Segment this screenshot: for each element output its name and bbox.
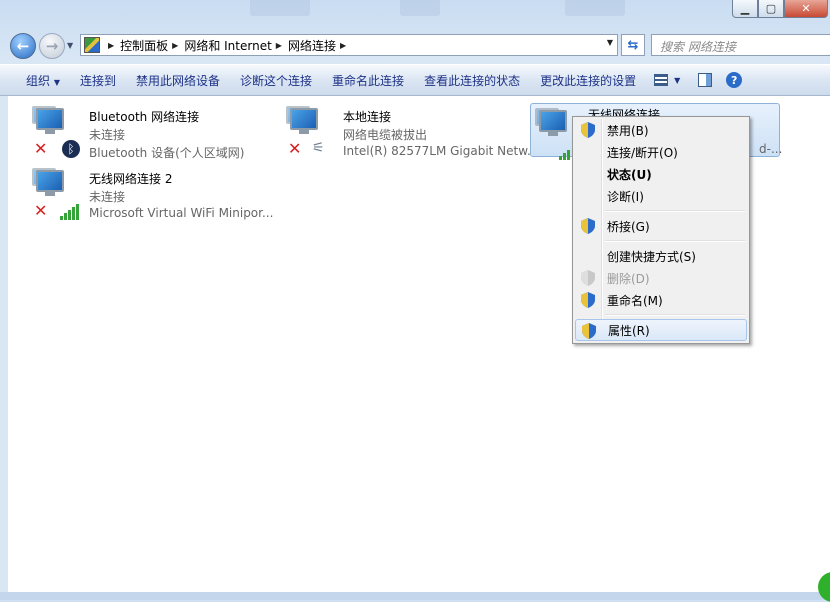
back-button[interactable]: ←: [10, 33, 36, 59]
chevron-right-icon[interactable]: ▶: [276, 41, 282, 50]
minimize-icon: ▁: [740, 2, 750, 15]
disable-device-button[interactable]: 禁用此网络设备: [126, 72, 230, 89]
menu-item-label: 桥接(G): [607, 219, 650, 234]
network-computer-icon: [32, 106, 68, 136]
connection-device: Microsoft Virtual WiFi Minipor...: [89, 206, 274, 220]
breadcrumb-network-internet[interactable]: 网络和 Internet: [184, 37, 271, 54]
maximize-icon: ▢: [765, 2, 777, 15]
uac-shield-icon: [582, 323, 596, 339]
menu-item-label: 创建快捷方式(S): [607, 249, 696, 264]
close-button[interactable]: ✕: [784, 0, 828, 18]
address-bar[interactable]: ▶ 控制面板 ▶ 网络和 Internet ▶ 网络连接 ▶ ▼: [80, 34, 618, 56]
chevron-right-icon[interactable]: ▶: [172, 41, 178, 50]
view-status-button[interactable]: 查看此连接的状态: [414, 72, 530, 89]
menu-item-disable[interactable]: 禁用(B): [575, 119, 747, 141]
disconnected-x-icon: ✕: [288, 139, 302, 158]
connection-device: Bluetooth 设备(个人区域网): [89, 146, 245, 160]
menu-item-label: 属性(R): [608, 323, 650, 338]
disconnected-x-icon: ✕: [34, 139, 48, 158]
menu-item-label: 删除(D): [607, 271, 650, 286]
menu-item-label: 诊断(I): [607, 189, 644, 204]
network-computer-icon: [535, 108, 571, 138]
menu-separator: [605, 314, 745, 316]
rename-button[interactable]: 重命名此连接: [322, 72, 414, 89]
uac-shield-icon: [581, 292, 595, 308]
control-panel-icon: [84, 37, 100, 53]
menu-item-bridge[interactable]: 桥接(G): [575, 215, 747, 237]
menu-item-label: 连接/断开(O): [607, 145, 678, 160]
menu-item-label: 重命名(M): [607, 293, 663, 308]
ghost-title-fragment: [250, 0, 310, 16]
context-menu: 禁用(B) 连接/断开(O) 状态(U) 诊断(I) 桥接(G) 创建快捷方式(…: [572, 116, 750, 344]
chevron-down-icon: ▼: [53, 77, 60, 87]
connection-name: Bluetooth 网络连接: [89, 110, 200, 124]
connection-item-wireless-2[interactable]: ✕ 无线网络连接 2 未连接 Microsoft Virtual WiFi Mi…: [18, 164, 273, 220]
refresh-button[interactable]: ⇆: [621, 34, 645, 56]
connection-status: 网络电缆被拔出: [343, 128, 428, 142]
uac-shield-icon: [581, 218, 595, 234]
connection-device: d-...: [759, 142, 783, 156]
view-options-button[interactable]: ▼: [654, 74, 680, 86]
connection-device: Intel(R) 82577LM Gigabit Netw...: [343, 144, 539, 158]
bluetooth-icon: ᛒ: [62, 140, 80, 158]
search-input[interactable]: 搜索 网络连接: [651, 34, 830, 56]
connection-item-local[interactable]: ✕ ⚟ 本地连接 网络电缆被拔出 Intel(R) 82577LM Gigabi…: [272, 102, 538, 158]
menu-item-create-shortcut[interactable]: 创建快捷方式(S): [575, 245, 747, 267]
chevron-right-icon[interactable]: ▶: [340, 41, 346, 50]
command-bar: 组织 ▼ 连接到 禁用此网络设备 诊断这个连接 重命名此连接 查看此连接的状态 …: [0, 64, 830, 96]
chevron-right-icon[interactable]: ▶: [108, 41, 114, 50]
menu-separator: [605, 240, 745, 242]
recent-pages-dropdown[interactable]: ▼: [67, 41, 73, 50]
organize-label: 组织: [26, 73, 51, 88]
arrow-right-icon: →: [45, 37, 59, 55]
menu-item-rename[interactable]: 重命名(M): [575, 289, 747, 311]
preview-pane-button[interactable]: [698, 73, 713, 87]
refresh-icon: ⇆: [627, 37, 639, 53]
navigation-row: ← → ▼ ▶ 控制面板 ▶ 网络和 Internet ▶ 网络连接 ▶ ▼ ⇆…: [0, 28, 830, 64]
maximize-button[interactable]: ▢: [758, 0, 784, 18]
breadcrumb-network-connections[interactable]: 网络连接: [288, 37, 336, 54]
connection-status: 未连接: [89, 190, 126, 204]
menu-separator: [605, 210, 745, 212]
change-settings-button[interactable]: 更改此连接的设置: [530, 72, 646, 89]
uac-shield-icon: [581, 270, 595, 286]
minimize-button[interactable]: ▁: [732, 0, 758, 18]
menu-item-label: 状态(U): [607, 167, 652, 182]
title-bar: ▁ ▢ ✕: [0, 0, 830, 24]
menu-item-connect-disconnect[interactable]: 连接/断开(O): [575, 141, 747, 163]
explorer-window: ▁ ▢ ✕ ← → ▼ ▶ 控制面板 ▶ 网络和 Internet ▶ 网络连接…: [0, 0, 830, 602]
ghost-title-fragment: [565, 0, 625, 16]
arrow-left-icon: ←: [16, 37, 30, 55]
menu-item-status[interactable]: 状态(U): [575, 163, 747, 185]
view-details-icon: [654, 74, 669, 86]
menu-item-label: 禁用(B): [607, 123, 649, 138]
breadcrumb-control-panel[interactable]: 控制面板: [120, 37, 168, 54]
ethernet-cable-icon: ⚟: [312, 140, 325, 156]
diagnose-button[interactable]: 诊断这个连接: [230, 72, 322, 89]
uac-shield-icon: [581, 122, 595, 138]
close-icon: ✕: [801, 2, 811, 15]
menu-item-properties[interactable]: 属性(R): [575, 319, 747, 341]
connection-status: 未连接: [89, 128, 126, 142]
forward-button[interactable]: →: [39, 33, 65, 59]
ghost-title-fragment: [400, 0, 440, 16]
connection-name: 无线网络连接 2: [89, 172, 173, 186]
address-dropdown-button[interactable]: ▼: [607, 38, 613, 47]
chevron-down-icon: ▼: [674, 75, 681, 85]
menu-item-diagnose[interactable]: 诊断(I): [575, 185, 747, 207]
help-button[interactable]: ?: [726, 72, 743, 88]
status-bar: [0, 592, 830, 600]
network-computer-icon: [286, 106, 322, 136]
window-controls: ▁ ▢ ✕: [732, 0, 828, 18]
menu-item-delete: 删除(D): [575, 267, 747, 289]
connection-item-bluetooth[interactable]: ✕ ᛒ Bluetooth 网络连接 未连接 Bluetooth 设备(个人区域…: [18, 102, 258, 160]
signal-bars-icon: [60, 204, 80, 220]
connect-to-button[interactable]: 连接到: [70, 72, 126, 89]
organize-button[interactable]: 组织 ▼: [0, 72, 70, 89]
disconnected-x-icon: ✕: [34, 201, 48, 220]
network-computer-icon: [32, 168, 68, 198]
connection-name: 本地连接: [343, 110, 392, 124]
